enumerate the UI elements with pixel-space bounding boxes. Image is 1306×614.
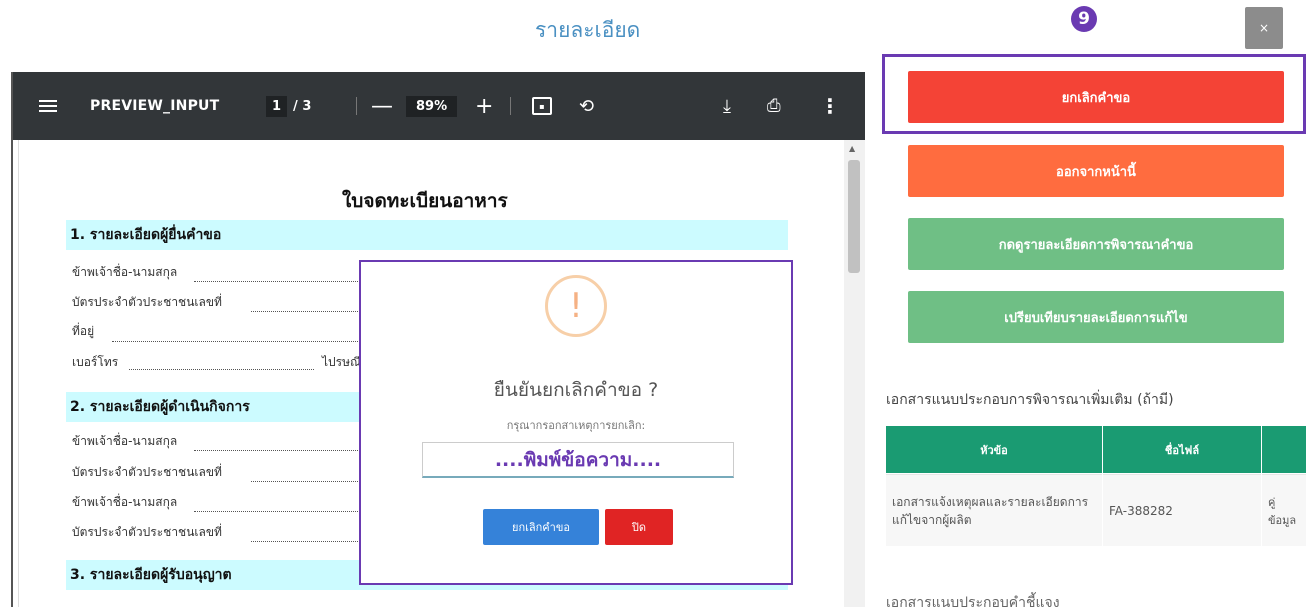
underline <box>112 340 374 342</box>
table-cell-extra: คู่ ข้อมูล <box>1262 474 1306 546</box>
attachments-title: เอกสารแนบประกอบการพิจารณาเพิ่มเติม (ถ้าม… <box>886 392 1174 408</box>
page-total: / 3 <box>293 98 312 114</box>
menu-icon[interactable] <box>39 72 57 140</box>
page-title: รายละเอียด <box>535 18 641 42</box>
attachments-table: หัวข้อ ชื่อไฟล์ เอกสารแจ้งเหตุผลและรายละ… <box>886 426 1306 546</box>
column-header: หัวข้อ <box>886 426 1102 473</box>
input-placeholder: ....พิมพ์ข้อความ.... <box>494 448 662 471</box>
dialog-title: ยืนยันยกเลิกคำขอ ? <box>493 379 659 401</box>
cancel-request-button[interactable]: ยกเลิกคำขอ <box>908 71 1284 123</box>
zoom-in-button[interactable]: + <box>475 72 493 140</box>
field-label: บัตรประจำตัวประชาชนเลขที่ <box>72 465 222 479</box>
column-header <box>1262 426 1306 473</box>
underline <box>194 280 374 282</box>
warning-icon: ! <box>545 275 607 337</box>
dialog-label: กรุณากรอกสาเหตุการยกเลิก: <box>506 419 646 432</box>
scroll-up-icon[interactable]: ▲ <box>849 144 855 153</box>
cancel-reason-input[interactable]: ....พิมพ์ข้อความ.... <box>422 442 734 478</box>
more-options-icon[interactable]: ⋮ <box>820 72 840 140</box>
zoom-level[interactable]: 89% <box>406 72 458 140</box>
field-label: บัตรประจำตัวประชาชนเลขที่ <box>72 525 222 539</box>
field-label: ที่อยู่ <box>72 324 95 338</box>
field-label: ข้าพเจ้าชื่อ-นามสกุล <box>72 265 178 279</box>
document-title: ใบจดทะเบียนอาหาร <box>342 190 508 212</box>
document-name: PREVIEW_INPUT <box>90 98 220 114</box>
underline <box>194 449 374 451</box>
page-indicator[interactable]: 1 / 3 <box>266 72 311 140</box>
field-label: เบอร์โทร <box>72 355 119 369</box>
underline <box>194 510 374 512</box>
print-icon[interactable]: ⎙ <box>767 72 781 140</box>
view-review-details-button[interactable]: กดดูรายละเอียดการพิจารณาคำขอ <box>908 218 1284 270</box>
underline <box>251 480 376 482</box>
section-heading: 1. รายละเอียดผู้ยื่นคำขอ <box>66 220 788 250</box>
underline <box>251 540 376 542</box>
next-section-title: เอกสารแนบประกอบคำชี้แจง <box>886 595 1060 611</box>
field-label: ข้าพเจ้าชื่อ-นามสกุล <box>72 495 178 509</box>
field-label: บัตรประจำตัวประชาชนเลขที่ <box>72 295 222 309</box>
zoom-out-button[interactable]: — <box>371 72 393 140</box>
dialog-close-button[interactable]: ปิด <box>605 509 673 545</box>
zoom-value: 89% <box>406 95 458 117</box>
pdf-scrollbar[interactable]: ▲ <box>844 140 865 607</box>
underline <box>251 310 376 312</box>
pdf-toolbar: PREVIEW_INPUT 1 / 3 — 89% + ▪ ⟲ ⤓ ⎙ ⋮ <box>13 72 865 140</box>
confirm-cancel-dialog: ! ยืนยันยกเลิกคำขอ ? กรุณากรอกสาเหตุการย… <box>359 260 793 585</box>
rotate-icon[interactable]: ⟲ <box>579 72 594 140</box>
page-current-input[interactable]: 1 <box>266 95 288 117</box>
confirm-cancel-button[interactable]: ยกเลิกคำขอ <box>483 509 599 545</box>
field-label: ไปรษณี <box>322 355 362 369</box>
field-label: ข้าพเจ้าชื่อ-นามสกุล <box>72 434 178 448</box>
scroll-thumb[interactable] <box>848 160 860 273</box>
compare-edits-button[interactable]: เปรียบเทียบรายละเอียดการแก้ไข <box>908 291 1284 343</box>
download-icon[interactable]: ⤓ <box>723 72 731 140</box>
toolbar-divider <box>356 72 357 140</box>
fit-page-icon[interactable]: ▪ <box>532 72 552 140</box>
leave-page-button[interactable]: ออกจากหน้านี้ <box>908 145 1284 197</box>
table-cell-file[interactable]: FA-388282 <box>1103 474 1261 546</box>
underline <box>129 368 314 370</box>
close-button[interactable]: × <box>1245 7 1283 49</box>
table-cell-topic: เอกสารแจ้งเหตุผลและรายละเอียดการแก้ไขจาก… <box>886 474 1102 546</box>
step-badge: 9 <box>1071 6 1097 32</box>
toolbar-divider <box>510 72 511 140</box>
column-header: ชื่อไฟล์ <box>1103 426 1261 473</box>
